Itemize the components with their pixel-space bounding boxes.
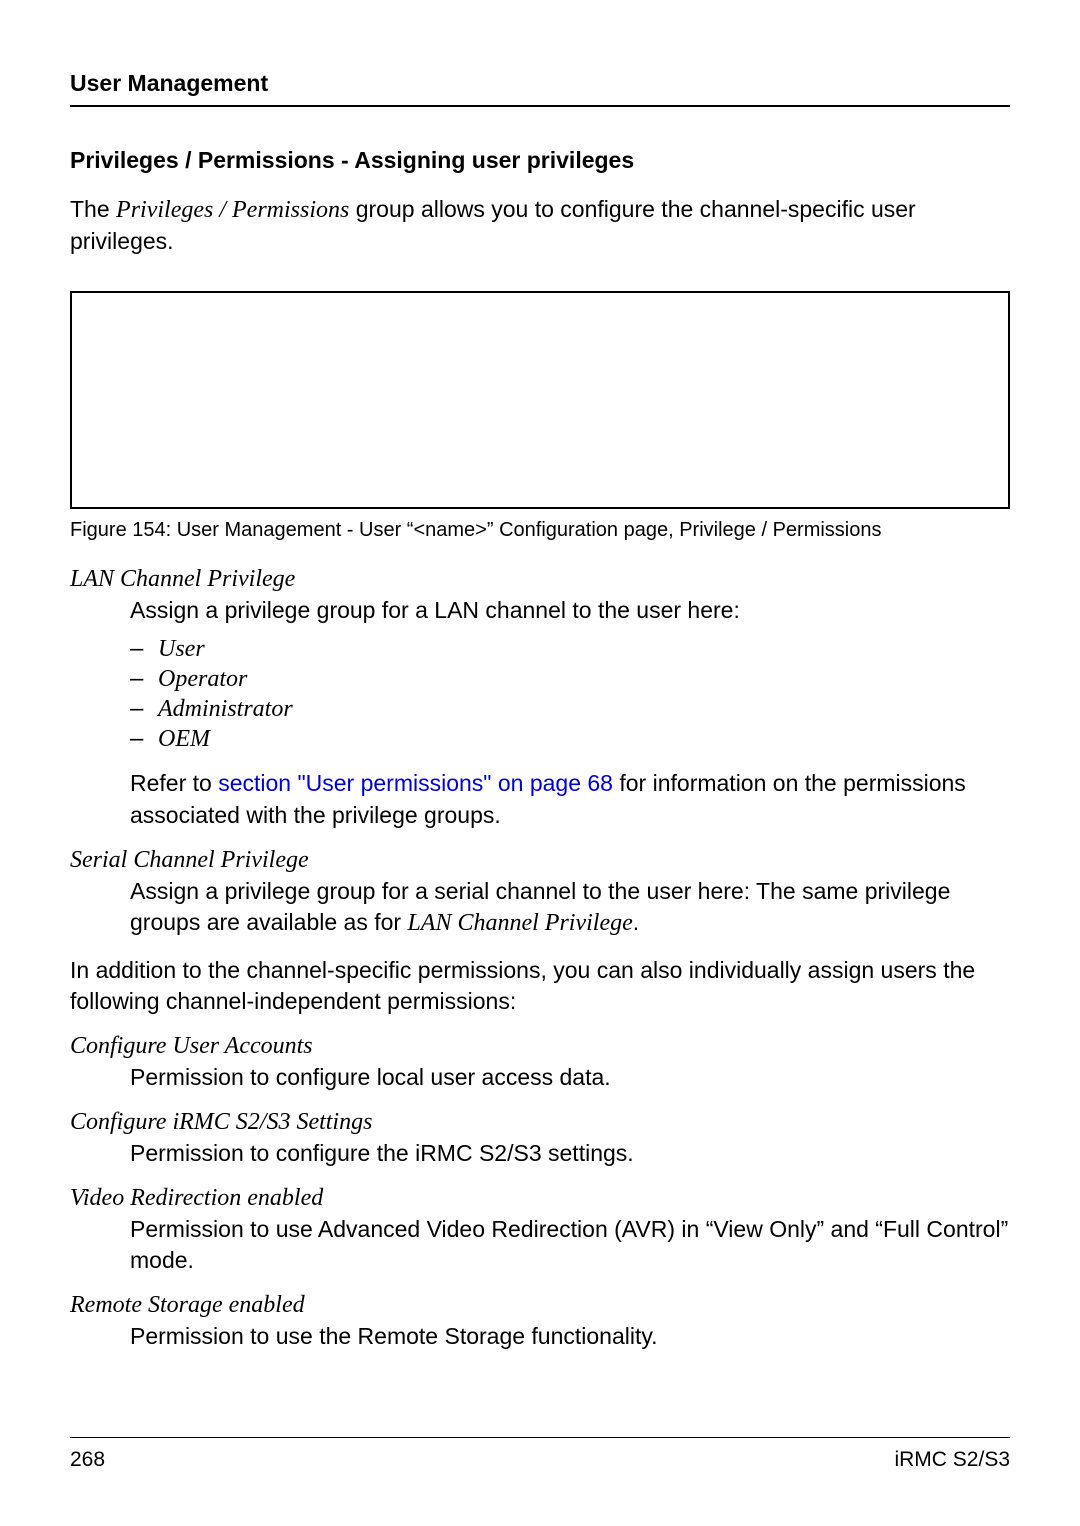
lan-ref-prefix: Refer to (130, 770, 218, 796)
dash-icon: – (130, 694, 158, 724)
serial-desc-italic: LAN Channel Privilege (407, 910, 632, 936)
list-item: –Operator (130, 664, 1010, 694)
serial-term: Serial Channel Privilege (70, 847, 1010, 874)
page-number: 268 (70, 1448, 105, 1472)
intro-italic: Privileges / Permissions (116, 197, 349, 223)
cua-block: Configure User Accounts Permission to co… (70, 1033, 1010, 1093)
vre-term: Video Redirection enabled (70, 1185, 1010, 1212)
mid-paragraph: In addition to the channel-specific perm… (70, 955, 1010, 1017)
cis-block: Configure iRMC S2/S3 Settings Permission… (70, 1109, 1010, 1169)
figure-caption: Figure 154: User Management - User “<nam… (70, 519, 1010, 542)
cis-term: Configure iRMC S2/S3 Settings (70, 1109, 1010, 1136)
list-item: –OEM (130, 724, 1010, 754)
list-item: –User (130, 634, 1010, 664)
lan-block: LAN Channel Privilege Assign a privilege… (70, 566, 1010, 830)
cua-term: Configure User Accounts (70, 1033, 1010, 1060)
product-label: iRMC S2/S3 (894, 1448, 1010, 1472)
rse-block: Remote Storage enabled Permission to use… (70, 1292, 1010, 1352)
list-item-label: OEM (158, 724, 210, 754)
lan-term: LAN Channel Privilege (70, 566, 1010, 593)
cua-desc: Permission to configure local user acces… (130, 1062, 1010, 1093)
list-item-label: Operator (158, 664, 247, 694)
list-item-label: User (158, 634, 205, 664)
list-item: –Administrator (130, 694, 1010, 724)
page-header: User Management (70, 70, 1010, 107)
serial-block: Serial Channel Privilege Assign a privil… (70, 847, 1010, 939)
lan-list: –User –Operator –Administrator –OEM (130, 634, 1010, 754)
list-item-label: Administrator (158, 694, 293, 724)
dash-icon: – (130, 634, 158, 664)
vre-block: Video Redirection enabled Permission to … (70, 1185, 1010, 1276)
intro-paragraph: The Privileges / Permissions group allow… (70, 194, 1010, 257)
serial-desc: Assign a privilege group for a serial ch… (130, 876, 1010, 939)
section-heading: Privileges / Permissions - Assigning use… (70, 147, 1010, 174)
vre-desc: Permission to use Advanced Video Redirec… (130, 1214, 1010, 1276)
serial-desc-suffix: . (633, 909, 639, 935)
lan-desc: Assign a privilege group for a LAN chann… (130, 595, 1010, 626)
rse-term: Remote Storage enabled (70, 1292, 1010, 1319)
page-footer: 268 iRMC S2/S3 (70, 1437, 1010, 1472)
intro-prefix: The (70, 196, 116, 222)
lan-ref: Refer to section "User permissions" on p… (130, 768, 1010, 830)
cis-desc: Permission to configure the iRMC S2/S3 s… (130, 1138, 1010, 1169)
figure-placeholder (70, 291, 1010, 509)
lan-ref-link[interactable]: section "User permissions" on page 68 (218, 770, 613, 796)
dash-icon: – (130, 664, 158, 694)
dash-icon: – (130, 724, 158, 754)
rse-desc: Permission to use the Remote Storage fun… (130, 1321, 1010, 1352)
